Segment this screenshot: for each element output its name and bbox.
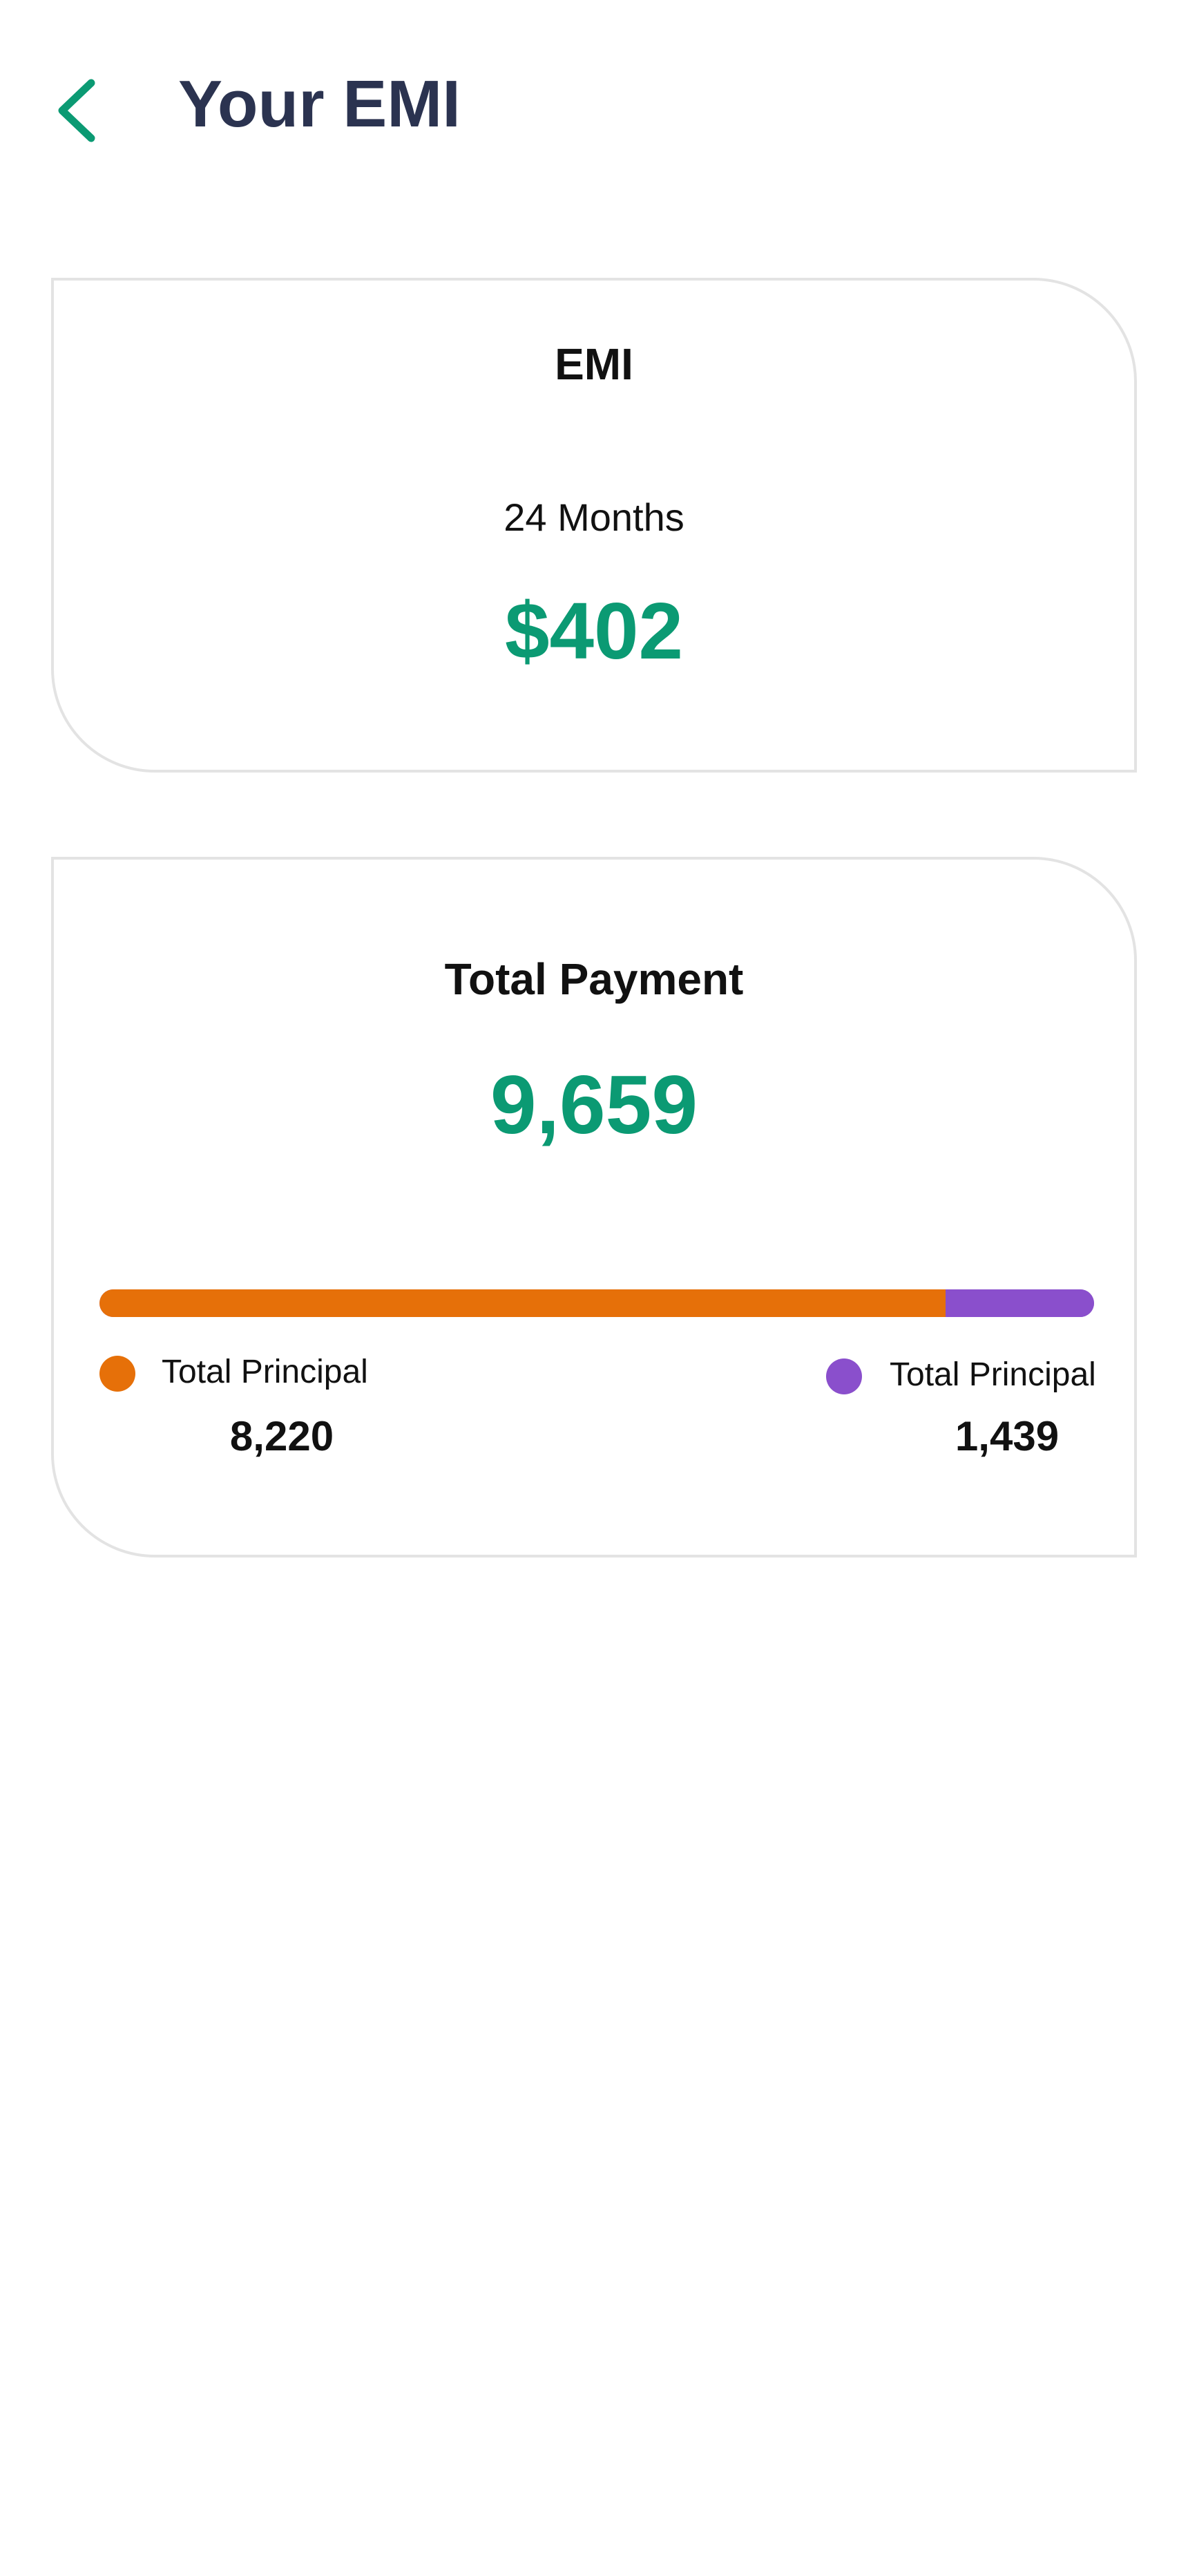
principal-legend-dot — [99, 1356, 135, 1392]
interest-legend-label: Total Principal — [890, 1356, 1096, 1393]
principal-legend-value: 8,220 — [229, 1413, 334, 1459]
payment-breakdown-bar — [99, 1289, 1094, 1317]
interest-legend-value: 1,439 — [955, 1413, 1060, 1459]
total-payment-amount: 9,659 — [490, 1059, 698, 1151]
interest-segment — [946, 1289, 1094, 1317]
total-payment-heading: Total Payment — [444, 954, 744, 1004]
principal-segment — [99, 1289, 946, 1317]
emi-duration: 24 Months — [504, 495, 684, 539]
emi-heading: EMI — [555, 339, 633, 389]
total-payment-card: Total Payment 9,659 Total Principal 8,22… — [51, 857, 1137, 1557]
chevron-left-icon — [58, 79, 95, 142]
back-button[interactable] — [50, 69, 105, 152]
page-title: Your EMI — [178, 67, 461, 141]
interest-legend-dot — [826, 1358, 862, 1394]
emi-card: EMI 24 Months $402 — [51, 278, 1137, 773]
principal-legend-label: Total Principal — [162, 1354, 368, 1390]
emi-amount: $402 — [504, 586, 684, 676]
